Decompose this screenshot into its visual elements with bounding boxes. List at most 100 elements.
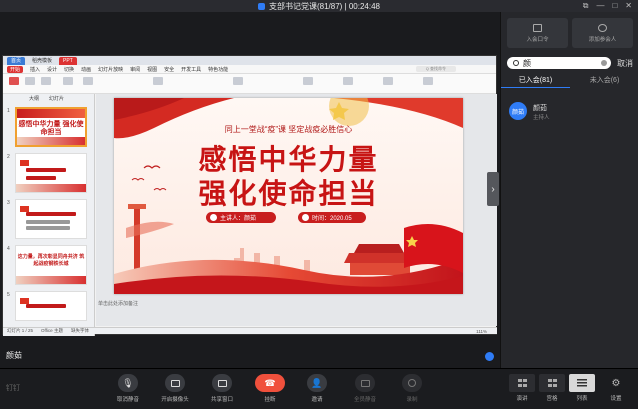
shared-screen-stage: 首页 稻壳模板 PPT 开始 插入 设计 切换 动画 幻灯片放映 审阅 视图 安… bbox=[0, 12, 500, 368]
flag-icon bbox=[20, 160, 29, 166]
member-panel: 入会口令 添加参会人 颜 取消 已入会(81) 未入会(6) 颜茹 颜茹 主持人 bbox=[500, 12, 638, 368]
speaker-view-button[interactable]: 演讲 bbox=[508, 374, 536, 408]
maximize-icon[interactable]: □ bbox=[612, 1, 617, 11]
menu-slideshow[interactable]: 幻灯片放映 bbox=[98, 66, 123, 73]
screen-share-icon bbox=[212, 374, 232, 392]
minimize-icon[interactable]: — bbox=[596, 1, 604, 11]
thumb-footer bbox=[16, 184, 86, 192]
mic-status-icon bbox=[485, 352, 494, 361]
list-view-icon bbox=[569, 374, 595, 392]
screen-sharer-name: 颜茹 bbox=[6, 351, 22, 360]
thumb-line bbox=[26, 220, 70, 224]
tab-outline[interactable]: 大纲 bbox=[29, 95, 39, 102]
record-label: 录制 bbox=[406, 397, 418, 403]
cancel-search-button[interactable]: 取消 bbox=[617, 58, 633, 69]
menu-security[interactable]: 安全 bbox=[164, 66, 174, 73]
paste-icon[interactable] bbox=[9, 77, 19, 85]
menu-insert[interactable]: 插入 bbox=[30, 66, 40, 73]
menu-special[interactable]: 特色功能 bbox=[208, 66, 228, 73]
list-item[interactable]: 颜茹 颜茹 主持人 bbox=[507, 102, 633, 122]
clear-icon[interactable] bbox=[601, 60, 607, 66]
shape-icon[interactable] bbox=[343, 77, 353, 85]
gear-icon: ⚙ bbox=[611, 377, 621, 389]
add-participant-label: 添加参会人 bbox=[588, 36, 617, 43]
menu-start[interactable]: 开始 bbox=[7, 65, 24, 73]
meeting-code-button[interactable]: 入会口令 bbox=[507, 18, 568, 48]
invite-button[interactable]: 👤 邀请 bbox=[300, 374, 334, 408]
hang-up-button[interactable]: ☎ 挂断 bbox=[253, 374, 287, 408]
time-label: 时间：2020.05 bbox=[312, 216, 352, 222]
slide-thumbnail[interactable] bbox=[15, 291, 87, 321]
arrange-icon[interactable] bbox=[383, 77, 393, 85]
add-participant-button[interactable]: 添加参会人 bbox=[572, 18, 633, 48]
unmute-button[interactable]: 🎙 取消静音 bbox=[111, 374, 145, 408]
paragraph-icon[interactable] bbox=[233, 77, 243, 85]
start-camera-label: 开启摄像头 bbox=[161, 397, 189, 403]
grid-view-icon bbox=[539, 374, 565, 392]
textbox-icon[interactable] bbox=[303, 77, 313, 85]
slide-title-line2: 强化使命担当 bbox=[198, 178, 379, 209]
tab-slides[interactable]: 幻灯片 bbox=[49, 95, 64, 102]
member-search-input[interactable]: 颜 bbox=[507, 57, 611, 69]
grid-view-button[interactable]: 宫格 bbox=[538, 374, 566, 408]
presenter-label: 主讲人：颜茹 bbox=[220, 216, 257, 222]
slide-canvas: 同上一堂战“疫”课 坚定战疫必胜信心 感悟中华力量 强化使命担当 主讲人：颜茹 … bbox=[96, 94, 497, 326]
person-icon bbox=[210, 214, 217, 221]
thumb-number: 2 bbox=[7, 154, 10, 160]
unmute-label: 取消静音 bbox=[116, 397, 139, 403]
slide-thumbnails-panel: 大纲 幻灯片 感悟中华力量 强化使命担当 1 2 3 这力量，再次彰显同舟共济 … bbox=[3, 94, 95, 336]
menu-review[interactable]: 审阅 bbox=[130, 66, 140, 73]
thumb-footer bbox=[16, 276, 86, 284]
thumb-text: 感悟中华力量 强化使命担当 bbox=[18, 121, 84, 136]
mute-all-button[interactable]: 全员静音 bbox=[348, 374, 382, 408]
wps-tab-home[interactable]: 首页 bbox=[7, 56, 26, 65]
tab-not-joined[interactable]: 未入会(6) bbox=[570, 74, 638, 88]
missing-fonts[interactable]: 缺失字体 bbox=[71, 328, 89, 334]
thumb-text: 这力量，再次彰显同舟共济 筑起战疫钢铁长城 bbox=[17, 254, 85, 267]
wps-tab-ppt[interactable]: PPT bbox=[59, 56, 77, 65]
slide-thumbnail[interactable] bbox=[15, 153, 87, 193]
new-slide-icon[interactable] bbox=[63, 77, 73, 85]
format-painter-icon[interactable] bbox=[41, 77, 51, 85]
cut-icon[interactable] bbox=[25, 77, 35, 85]
window-controls: ⧉ — □ ✕ bbox=[583, 1, 632, 11]
search-icon bbox=[513, 60, 519, 66]
menu-design[interactable]: 设计 bbox=[47, 66, 57, 73]
notes-placeholder[interactable]: 单击此处添加备注 bbox=[98, 300, 138, 307]
close-icon[interactable]: ✕ bbox=[625, 1, 632, 11]
wps-menu-bar: 开始 插入 设计 切换 动画 幻灯片放映 审阅 视图 安全 开发工具 特色功能 … bbox=[3, 65, 496, 74]
meeting-toolbar: 钉钉 🎙 取消静音 开启摄像头 共享窗口 ☎ 挂断 👤 邀请 全员静音 录制 演… bbox=[0, 368, 638, 409]
share-window-button[interactable]: 共享窗口 bbox=[205, 374, 239, 408]
slide-thumbnail[interactable] bbox=[15, 199, 87, 239]
speaker-view-icon bbox=[509, 374, 535, 392]
chevron-right-icon: › bbox=[491, 183, 495, 195]
thumb-banner bbox=[17, 109, 85, 118]
find-icon[interactable] bbox=[423, 77, 433, 85]
current-slide[interactable]: 同上一堂战“疫”课 坚定战疫必胜信心 感悟中华力量 强化使命担当 主讲人：颜茹 … bbox=[114, 98, 463, 294]
tab-joined[interactable]: 已入会(81) bbox=[501, 74, 570, 88]
menu-transition[interactable]: 切换 bbox=[64, 66, 74, 73]
menu-animation[interactable]: 动画 bbox=[81, 66, 91, 73]
title-bar: 支部书记党课(81/87) | 00:24:48 ⧉ — □ ✕ bbox=[0, 0, 638, 12]
start-camera-button[interactable]: 开启摄像头 bbox=[158, 374, 192, 408]
menu-view[interactable]: 视图 bbox=[147, 66, 157, 73]
thumb-number: 4 bbox=[7, 246, 10, 252]
font-icon[interactable] bbox=[153, 77, 163, 85]
thumb-line bbox=[26, 176, 56, 180]
collapse-panel-button[interactable]: › bbox=[487, 172, 499, 206]
wps-tab-template[interactable]: 稻壳模板 bbox=[28, 57, 56, 65]
settings-button[interactable]: ⚙ 设置 bbox=[602, 374, 630, 408]
grid-view-label: 宫格 bbox=[546, 396, 558, 402]
shared-wps-window: 首页 稻壳模板 PPT 开始 插入 设计 切换 动画 幻灯片放映 审阅 视图 安… bbox=[2, 55, 497, 336]
wps-ribbon bbox=[3, 74, 496, 94]
menu-developer[interactable]: 开发工具 bbox=[181, 66, 201, 73]
list-view-button[interactable]: 列表 bbox=[568, 374, 596, 408]
record-button[interactable]: 录制 bbox=[395, 374, 429, 408]
wps-command-search[interactable]: Q 查找命令 bbox=[415, 66, 456, 72]
layout-icon[interactable] bbox=[83, 77, 93, 85]
invite-icon: 👤 bbox=[307, 374, 327, 392]
zoom-level[interactable]: 111% bbox=[476, 329, 487, 334]
slide-thumbnail[interactable]: 这力量，再次彰显同舟共济 筑起战疫钢铁长城 bbox=[15, 245, 87, 285]
pin-icon[interactable]: ⧉ bbox=[583, 1, 589, 11]
slide-thumbnail[interactable]: 感悟中华力量 强化使命担当 bbox=[15, 107, 87, 147]
